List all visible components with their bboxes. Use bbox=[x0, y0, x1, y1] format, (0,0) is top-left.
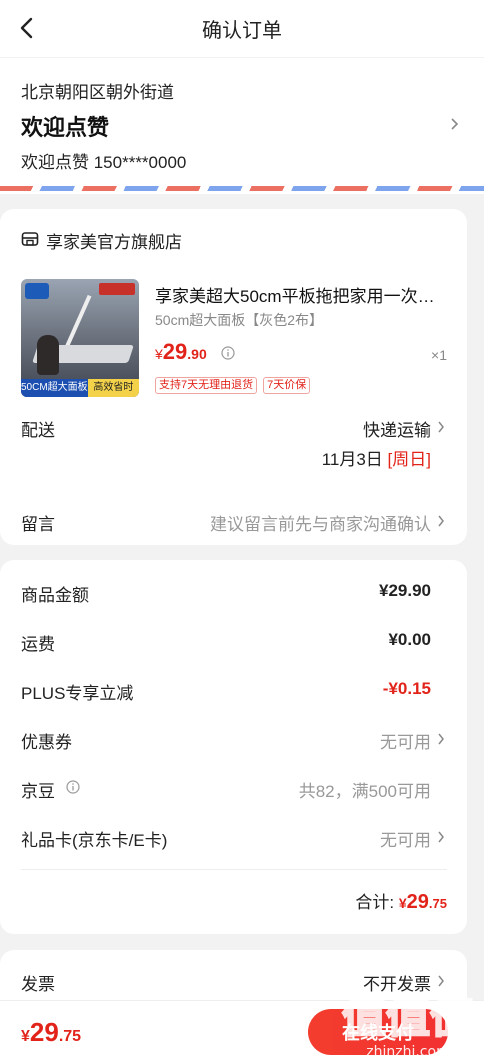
price-integer: 29 bbox=[162, 339, 188, 364]
price-currency: ¥ bbox=[155, 346, 163, 362]
address-envelope-stripe bbox=[0, 186, 484, 191]
delivery-weekday: [周日] bbox=[387, 450, 431, 469]
total-amount: ¥29.75 bbox=[398, 891, 447, 913]
amount-card: 商品金额 ¥29.90 运费 ¥0.00 PLUS专享立减 -¥0.15 优惠券… bbox=[0, 560, 467, 934]
tag-return-policy: 支持7天无理由退货 bbox=[155, 377, 258, 394]
chevron-right-icon bbox=[438, 975, 444, 987]
address-contact: 欢迎点赞 150****0000 bbox=[21, 153, 187, 172]
image-caption: 50CM超大面板 高效省时 bbox=[21, 379, 139, 397]
chevron-right-icon bbox=[438, 733, 444, 745]
delivery-label: 配送 bbox=[21, 421, 55, 440]
model-figure bbox=[37, 335, 59, 375]
page-title: 确认订单 bbox=[202, 20, 282, 42]
total-integer: 29 bbox=[406, 891, 429, 913]
product-price: ¥29.90 bbox=[155, 339, 207, 365]
shop-name[interactable]: 享家美官方旗舰店 bbox=[46, 228, 182, 253]
jingdou-label: 京豆 bbox=[21, 782, 55, 801]
service-tags: 支持7天无理由退货 7天价保 bbox=[155, 377, 311, 394]
price-decimal: .90 bbox=[187, 346, 207, 362]
shop-card: 享家美官方旗舰店 50CM超大面板 高效省时 享家美超大50cm平板拖把家用一次… bbox=[0, 209, 467, 545]
address-recipient-name: 欢迎点赞 bbox=[21, 115, 110, 140]
image-badge-efficiency: 高效省时 bbox=[87, 379, 139, 397]
goods-amount-label: 商品金额 bbox=[21, 586, 89, 605]
chevron-right-icon bbox=[438, 831, 444, 843]
chevron-right-icon bbox=[438, 515, 444, 527]
back-arrow-icon[interactable] bbox=[16, 16, 40, 40]
checkout-bar: ¥29.75 在线支付 bbox=[0, 1000, 484, 1064]
tv-logo-badge bbox=[99, 283, 135, 295]
delivery-date-text: 11月3日 bbox=[321, 450, 383, 469]
message-input[interactable]: 建议留言前先与商家沟通确认 bbox=[210, 510, 431, 535]
info-icon[interactable] bbox=[221, 346, 235, 360]
invoice-label: 发票 bbox=[21, 975, 55, 994]
footer-total: ¥29.75 bbox=[21, 1017, 81, 1048]
goods-amount-value: ¥29.90 bbox=[379, 581, 431, 600]
info-icon[interactable] bbox=[66, 780, 80, 794]
footer-decimal: .75 bbox=[58, 1028, 82, 1045]
footer-currency: ¥ bbox=[21, 1028, 30, 1045]
image-badge-size: 50CM超大面板 bbox=[21, 379, 88, 397]
product-spec: 50cm超大面板【灰色2布】 bbox=[155, 312, 324, 328]
pay-button[interactable]: 在线支付 bbox=[308, 1009, 448, 1055]
tag-price-protection: 7天价保 bbox=[263, 377, 311, 394]
delivery-method[interactable]: 快递运输 bbox=[363, 416, 431, 441]
coupon-label: 优惠券 bbox=[21, 733, 72, 752]
shipping-value: ¥0.00 bbox=[388, 630, 431, 649]
coupon-value[interactable]: 无可用 bbox=[380, 728, 431, 753]
giftcard-value[interactable]: 无可用 bbox=[380, 826, 431, 851]
chevron-right-icon bbox=[438, 421, 444, 433]
product-title[interactable]: 享家美超大50cm平板拖把家用一次性拖地神器 bbox=[155, 282, 445, 307]
plus-discount-label: PLUS专享立减 bbox=[21, 684, 134, 703]
footer-integer: 29 bbox=[29, 1017, 59, 1047]
product-quantity: ×1 bbox=[431, 347, 447, 363]
chevron-right-icon bbox=[451, 118, 459, 130]
jingdou-value: 共82，满500可用 bbox=[298, 782, 431, 801]
message-label: 留言 bbox=[21, 515, 55, 534]
delivery-date: 11月3日 [周日] bbox=[322, 445, 431, 470]
shipping-label: 运费 bbox=[21, 635, 55, 654]
address-region: 北京朝阳区朝外街道 bbox=[21, 83, 174, 102]
total-decimal: .75 bbox=[428, 896, 447, 911]
brand-logo-badge bbox=[25, 283, 49, 299]
total-label: 合计: bbox=[355, 893, 395, 912]
total-currency: ¥ bbox=[398, 895, 407, 911]
store-icon bbox=[21, 232, 39, 246]
giftcard-label: 礼品卡(京东卡/E卡) bbox=[21, 831, 168, 850]
plus-discount-value: -¥0.15 bbox=[382, 679, 431, 698]
address-card[interactable]: 北京朝阳区朝外街道 欢迎点赞 欢迎点赞 150****0000 bbox=[0, 58, 484, 194]
invoice-value[interactable]: 不开发票 bbox=[363, 970, 431, 995]
product-thumbnail[interactable]: 50CM超大面板 高效省时 bbox=[21, 279, 139, 397]
nav-header: 确认订单 bbox=[0, 0, 484, 57]
divider bbox=[21, 869, 447, 870]
order-total: 合计: ¥29.75 bbox=[355, 888, 447, 914]
